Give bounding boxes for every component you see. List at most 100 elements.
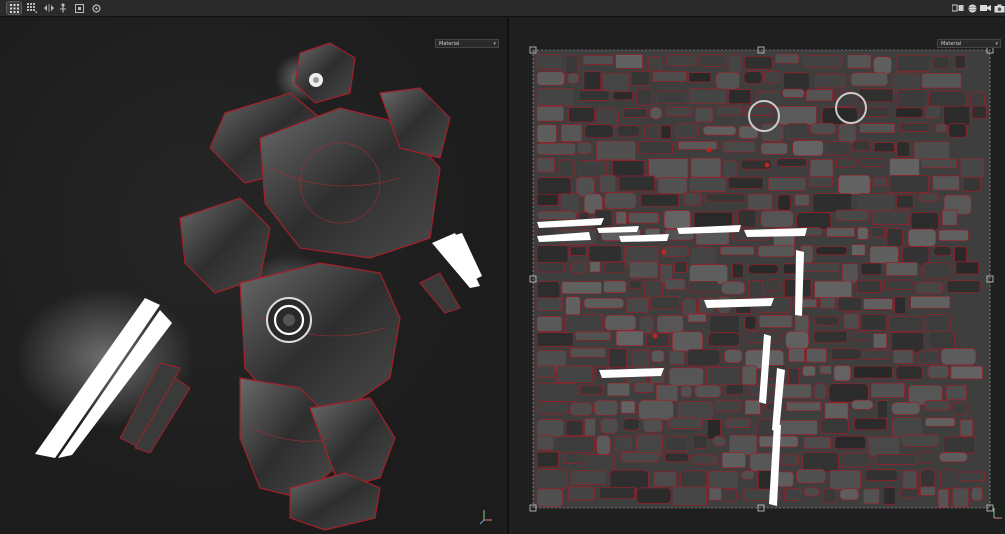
uv-island <box>568 107 595 123</box>
uv-island <box>820 297 836 309</box>
uv-island <box>788 347 805 363</box>
uv-island <box>677 141 718 150</box>
uv-island <box>760 210 794 228</box>
transform-gizmo-icon[interactable] <box>56 2 70 14</box>
uv-island <box>630 71 650 86</box>
uv-viewport[interactable]: Material ▾ <box>509 18 1005 534</box>
uv-island <box>889 175 929 193</box>
uv-island <box>719 246 755 256</box>
uv-island <box>680 470 707 488</box>
uv-island <box>536 142 576 156</box>
uv-island <box>786 401 822 412</box>
uv-island <box>747 193 773 211</box>
uv-island <box>835 209 869 222</box>
display-mode-icon[interactable] <box>951 2 965 14</box>
uv-island <box>594 399 618 416</box>
uv-island <box>853 417 887 431</box>
uv-island <box>721 281 746 295</box>
uv-island <box>910 212 939 231</box>
uv-island <box>536 71 565 86</box>
uv-island <box>651 350 665 363</box>
uv-island <box>640 193 679 207</box>
uv-island <box>693 211 733 228</box>
uv-island <box>606 382 630 397</box>
frame-icon[interactable] <box>72 2 86 14</box>
uv-island <box>927 365 950 379</box>
uv-island <box>732 263 744 279</box>
grid-dots-icon[interactable] <box>25 2 39 14</box>
uv-island <box>794 194 810 206</box>
uv-island <box>741 470 755 480</box>
settings-icon[interactable] <box>89 2 103 14</box>
uv-island <box>536 157 555 173</box>
uv-island <box>819 418 849 434</box>
uv-island <box>856 279 881 293</box>
uv-island <box>850 72 888 87</box>
uv-island <box>891 402 921 415</box>
uv-island <box>568 486 595 501</box>
uv-island <box>847 54 872 69</box>
uv-island <box>695 107 714 123</box>
uv-island <box>556 365 593 383</box>
uv-island <box>677 401 714 420</box>
uv-island <box>692 434 708 449</box>
uv-island <box>629 279 642 290</box>
uv-island <box>768 177 807 191</box>
uv-island <box>814 280 853 298</box>
uv-island <box>806 348 827 363</box>
uv-island <box>705 193 746 203</box>
uv-island <box>744 399 761 415</box>
uv-island <box>668 367 704 387</box>
uv-island <box>690 157 722 178</box>
uv-island <box>760 142 789 155</box>
uv-island <box>612 91 634 101</box>
symmetry-icon[interactable] <box>42 2 56 14</box>
uv-island <box>843 313 860 330</box>
uv-island <box>584 418 596 437</box>
screenshot-icon[interactable] <box>992 2 1005 14</box>
uv-island <box>582 55 614 65</box>
uv-island <box>943 436 976 454</box>
uv-island <box>836 157 856 169</box>
uv-island <box>664 278 686 290</box>
3d-channel-dropdown[interactable]: Material ▾ <box>435 39 499 48</box>
uv-island <box>928 90 967 107</box>
uv-island <box>825 141 851 156</box>
uv-island <box>557 435 595 454</box>
uv-island <box>946 280 981 293</box>
uv-channel-dropdown[interactable]: Material ▾ <box>937 39 1001 48</box>
uv-island <box>650 296 681 310</box>
uv-island <box>639 315 654 334</box>
uv-island <box>907 228 937 247</box>
uv-island <box>950 365 983 380</box>
grid-view-icon[interactable] <box>6 1 22 15</box>
uv-island <box>952 401 968 416</box>
uv-island <box>764 71 781 84</box>
uv-island <box>744 315 757 330</box>
uv-island <box>569 402 593 416</box>
uv-island <box>536 365 555 378</box>
uv-island <box>960 157 985 178</box>
uv-island <box>921 158 957 169</box>
uv-island <box>883 487 897 505</box>
sphere-icon[interactable] <box>965 2 979 14</box>
uv-island <box>809 159 834 179</box>
uv-island <box>834 435 866 450</box>
uv-island <box>918 349 939 365</box>
uv-channel-value: Material <box>941 41 962 47</box>
uv-island <box>744 330 782 343</box>
camera-icon[interactable] <box>978 2 992 14</box>
uv-island <box>655 384 679 402</box>
uv-island <box>536 53 563 70</box>
uv-island <box>608 348 628 369</box>
uv-island <box>536 177 572 196</box>
uv-island <box>925 314 951 333</box>
uv-island <box>628 212 659 224</box>
uv-island <box>955 261 979 275</box>
uv-island <box>747 264 779 275</box>
uv-island <box>940 348 977 366</box>
uv-island <box>599 174 616 193</box>
uv-island <box>954 246 967 263</box>
3d-viewport[interactable]: Material ▾ <box>0 18 507 534</box>
uv-island <box>863 488 880 505</box>
